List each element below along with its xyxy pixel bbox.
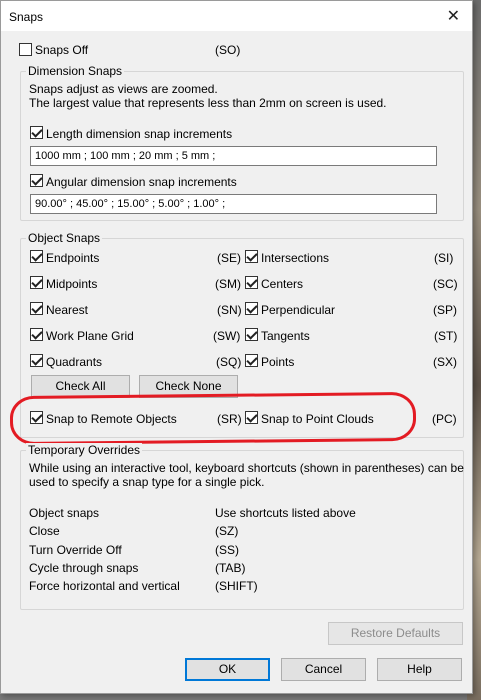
check-none-button[interactable]: Check None xyxy=(139,375,238,398)
title-bar: Snaps ✕ xyxy=(1,1,472,31)
check-all-button[interactable]: Check All xyxy=(31,375,130,398)
snap-intersections-shortcut: (SI) xyxy=(434,251,454,265)
snap-quadrants-label: Quadrants xyxy=(46,355,103,369)
snap-point-clouds-shortcut: (PC) xyxy=(432,412,457,426)
angular-increments-label: Angular dimension snap increments xyxy=(46,175,237,189)
temporary-overrides-legend: Temporary Overrides xyxy=(26,443,143,457)
snap-perpendicular-label: Perpendicular xyxy=(261,303,336,317)
snap-work-plane-grid-label: Work Plane Grid xyxy=(46,329,134,343)
snap-centers-shortcut: (SC) xyxy=(433,277,458,291)
dimension-info-line2: The largest value that represents less t… xyxy=(29,96,387,110)
snap-point-clouds-label: Snap to Point Clouds xyxy=(261,412,374,426)
override-row-label: Close xyxy=(29,524,60,538)
snap-remote-objects-checkbox[interactable] xyxy=(30,411,43,424)
length-increments-label: Length dimension snap increments xyxy=(46,127,233,141)
snap-nearest-label: Nearest xyxy=(46,303,89,317)
snap-perpendicular-checkbox[interactable] xyxy=(245,302,258,315)
snap-points-checkbox[interactable] xyxy=(245,354,258,367)
cancel-button[interactable]: Cancel xyxy=(281,658,366,681)
snap-points-shortcut: (SX) xyxy=(433,355,457,369)
snap-tangents-checkbox[interactable] xyxy=(245,328,258,341)
help-button[interactable]: Help xyxy=(377,658,462,681)
snap-work-plane-grid-checkbox[interactable] xyxy=(30,328,43,341)
dimension-snaps-legend: Dimension Snaps xyxy=(26,64,125,78)
snap-endpoints-shortcut: (SE) xyxy=(217,251,241,265)
snap-remote-objects-shortcut: (SR) xyxy=(217,412,242,426)
snaps-off-label: Snaps Off xyxy=(35,43,89,57)
snap-points-label: Points xyxy=(261,355,295,369)
override-row-label: Object snaps xyxy=(29,506,100,520)
angular-increments-checkbox[interactable] xyxy=(30,174,43,187)
override-row-value: (SHIFT) xyxy=(215,579,258,593)
snap-intersections-label: Intersections xyxy=(261,251,330,265)
snap-work-plane-grid-shortcut: (SW) xyxy=(213,329,241,343)
override-row-value: Use shortcuts listed above xyxy=(215,506,356,520)
snaps-dialog: Snaps ✕ Snaps Off (SO) Dimension Snaps S… xyxy=(0,0,473,694)
snap-tangents-shortcut: (ST) xyxy=(434,329,458,343)
snap-point-clouds-checkbox[interactable] xyxy=(245,411,258,424)
angular-increments-field[interactable]: 90.00° ; 45.00° ; 15.00° ; 5.00° ; 1.00°… xyxy=(30,194,437,214)
snap-nearest-checkbox[interactable] xyxy=(30,302,43,315)
snap-midpoints-checkbox[interactable] xyxy=(30,276,43,289)
overrides-info-line2: used to specify a snap type for a single… xyxy=(29,475,265,489)
snap-midpoints-label: Midpoints xyxy=(46,277,98,291)
snaps-off-shortcut: (SO) xyxy=(215,43,241,57)
snap-intersections-checkbox[interactable] xyxy=(245,250,258,263)
snap-centers-label: Centers xyxy=(261,277,304,291)
snap-nearest-shortcut: (SN) xyxy=(217,303,242,317)
snap-centers-checkbox[interactable] xyxy=(245,276,258,289)
override-row-value: (SS) xyxy=(215,543,239,557)
snap-endpoints-checkbox[interactable] xyxy=(30,250,43,263)
window-title: Snaps xyxy=(9,10,44,24)
override-row-label: Force horizontal and vertical xyxy=(29,579,180,593)
ok-button[interactable]: OK xyxy=(185,658,270,681)
snap-quadrants-shortcut: (SQ) xyxy=(216,355,242,369)
snap-perpendicular-shortcut: (SP) xyxy=(433,303,457,317)
snap-tangents-label: Tangents xyxy=(261,329,310,343)
snaps-off-checkbox[interactable] xyxy=(19,43,32,56)
snap-quadrants-checkbox[interactable] xyxy=(30,354,43,367)
overrides-info-line1: While using an interactive tool, keyboar… xyxy=(29,461,464,475)
close-icon[interactable]: ✕ xyxy=(447,6,460,26)
override-row-label: Turn Override Off xyxy=(29,543,122,557)
restore-defaults-button[interactable]: Restore Defaults xyxy=(328,622,463,645)
override-row-label: Cycle through snaps xyxy=(29,561,139,575)
object-snaps-legend: Object Snaps xyxy=(26,231,103,245)
snap-midpoints-shortcut: (SM) xyxy=(215,277,241,291)
length-increments-field[interactable]: 1000 mm ; 100 mm ; 20 mm ; 5 mm ; xyxy=(30,146,437,166)
length-increments-checkbox[interactable] xyxy=(30,126,43,139)
snap-remote-objects-label: Snap to Remote Objects xyxy=(46,412,177,426)
override-row-value: (TAB) xyxy=(215,561,246,575)
override-row-value: (SZ) xyxy=(215,524,239,538)
snap-endpoints-label: Endpoints xyxy=(46,251,100,265)
dimension-info-line1: Snaps adjust as views are zoomed. xyxy=(29,82,218,96)
